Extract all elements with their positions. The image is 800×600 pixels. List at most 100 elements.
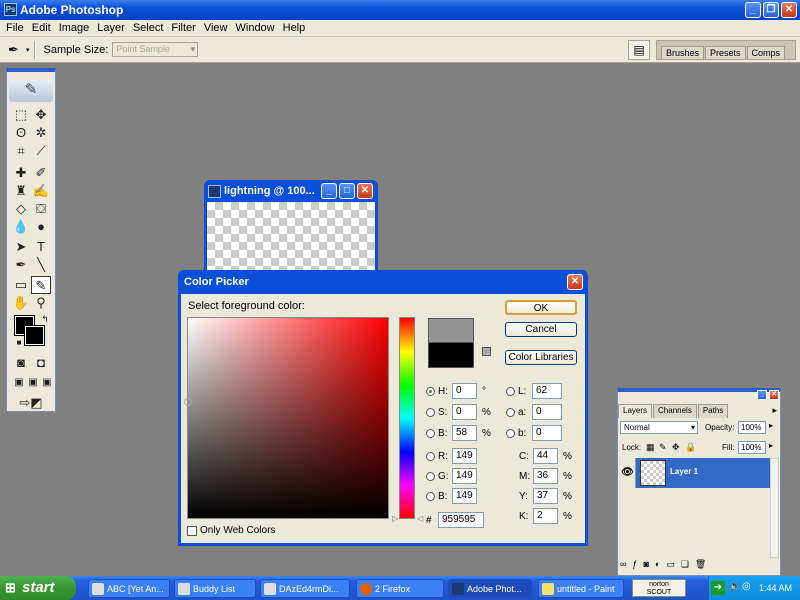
layer-mask-icon[interactable]: ◙: [643, 559, 648, 573]
red-input[interactable]: 149: [452, 448, 477, 464]
blue-input[interactable]: 149: [452, 488, 477, 504]
fill-input[interactable]: 100%: [738, 441, 766, 454]
document-canvas[interactable]: [207, 202, 375, 280]
screen-mode-full-icon[interactable]: ▣: [37, 374, 57, 392]
file-browser-button[interactable]: ▤: [628, 40, 650, 60]
opacity-input[interactable]: 100%: [738, 421, 766, 434]
new-group-icon[interactable]: ▭: [666, 559, 675, 573]
lightness-input[interactable]: 62: [532, 383, 562, 399]
layer-row[interactable]: 👁 Layer 1: [620, 458, 770, 488]
paint-bucket-tool-icon[interactable]: ⛋: [31, 200, 51, 218]
menu-edit[interactable]: Edit: [28, 22, 55, 34]
clone-stamp-tool-icon[interactable]: ♜: [11, 182, 31, 200]
ok-button[interactable]: OK: [505, 300, 577, 315]
color-field[interactable]: [184, 317, 389, 519]
lock-position-icon[interactable]: ✥: [672, 442, 680, 453]
yellow-input[interactable]: 37: [533, 488, 558, 504]
lock-all-icon[interactable]: 🔒: [685, 442, 696, 453]
hue-slider-left-arrow-icon[interactable]: ▷: [392, 514, 398, 523]
panel-menu-icon[interactable]: ▸: [772, 405, 777, 416]
adjustment-layer-icon[interactable]: ◐: [655, 559, 660, 573]
panel-minimize-button[interactable]: _: [757, 390, 767, 400]
network-tray-icon[interactable]: ◎: [742, 580, 751, 594]
healing-brush-tool-icon[interactable]: ✚: [11, 164, 31, 182]
cancel-button[interactable]: Cancel: [505, 322, 577, 337]
norton-scout[interactable]: norton SCOUT: [632, 579, 686, 597]
standard-mode-icon[interactable]: ◙: [11, 354, 31, 372]
menu-layer[interactable]: Layer: [93, 22, 129, 34]
move-tool-icon[interactable]: ✥: [31, 106, 51, 124]
start-button[interactable]: start: [0, 576, 76, 600]
blend-mode-select[interactable]: Normal: [620, 421, 698, 434]
line-tool-icon[interactable]: ╲: [31, 256, 51, 274]
slice-tool-icon[interactable]: ⟋: [31, 142, 51, 160]
magic-wand-tool-icon[interactable]: ✲: [31, 124, 51, 142]
color-libraries-button[interactable]: Color Libraries: [505, 350, 577, 365]
current-color-swatch[interactable]: [428, 342, 474, 368]
quick-mask-mode-icon[interactable]: ◘: [31, 354, 51, 372]
eyedropper-icon[interactable]: ✒: [8, 42, 24, 58]
brush-tool-icon[interactable]: ✐: [31, 164, 51, 182]
doc-maximize-button[interactable]: □: [339, 183, 355, 199]
minimize-button[interactable]: _: [745, 2, 761, 18]
visibility-eye-icon[interactable]: 👁: [620, 458, 636, 488]
well-tab-brushes[interactable]: Brushes: [661, 46, 705, 59]
task-buddy-list[interactable]: Buddy List: [174, 579, 256, 598]
lasso-tool-icon[interactable]: ʘ: [11, 124, 31, 142]
opacity-arrow-icon[interactable]: ▸: [769, 421, 773, 430]
path-selection-tool-icon[interactable]: ➤: [11, 238, 31, 256]
green-radio[interactable]: [426, 471, 435, 481]
task-photoshop[interactable]: Adobe Phot...: [448, 579, 532, 598]
hand-tool-icon[interactable]: ✋: [11, 294, 31, 312]
well-tab-comps[interactable]: Comps: [746, 46, 786, 59]
menu-filter[interactable]: Filter: [167, 22, 199, 34]
crop-tool-icon[interactable]: ⌗: [11, 142, 31, 160]
menu-window[interactable]: Window: [232, 22, 279, 34]
layer-style-icon[interactable]: ƒ: [632, 559, 637, 573]
blur-tool-icon[interactable]: 💧: [11, 218, 31, 236]
maximize-button[interactable]: ❐: [763, 2, 779, 18]
task-abc[interactable]: ABC [Yet An...: [88, 579, 170, 598]
notes-tool-icon[interactable]: ▭: [11, 276, 31, 294]
layers-scrollbar[interactable]: [770, 458, 779, 558]
tab-layers[interactable]: Layers: [618, 404, 653, 418]
fill-arrow-icon[interactable]: ▸: [769, 441, 773, 450]
close-button[interactable]: ✕: [781, 2, 797, 18]
doc-close-button[interactable]: ✕: [357, 183, 373, 199]
lightness-radio[interactable]: [506, 386, 515, 396]
red-radio[interactable]: [426, 451, 435, 461]
green-input[interactable]: 149: [452, 468, 477, 484]
speaker-tray-icon[interactable]: 🔈: [729, 580, 741, 594]
eraser-tool-icon[interactable]: ◇: [11, 200, 31, 218]
delete-layer-icon[interactable]: 🗑: [695, 559, 706, 573]
well-tab-presets[interactable]: Presets: [705, 46, 746, 59]
tool-preset-dropdown-icon[interactable]: ▾: [26, 46, 30, 54]
new-layer-icon[interactable]: ❏: [681, 559, 689, 573]
lock-image-icon[interactable]: ✎: [659, 442, 667, 453]
a-radio[interactable]: [506, 407, 515, 417]
marquee-tool-icon[interactable]: ⬚: [11, 106, 31, 124]
hue-slider[interactable]: ▷ ◁: [392, 317, 423, 523]
pen-tool-icon[interactable]: ✒: [11, 256, 31, 274]
hex-input[interactable]: 959595: [438, 512, 484, 528]
lock-transparent-icon[interactable]: ▦: [646, 442, 655, 453]
menu-image[interactable]: Image: [55, 22, 94, 34]
dodge-tool-icon[interactable]: ●: [31, 218, 51, 236]
history-brush-tool-icon[interactable]: ✍: [31, 182, 51, 200]
picker-close-button[interactable]: ✕: [567, 274, 583, 290]
menu-view[interactable]: View: [200, 22, 232, 34]
arrow-tray-icon[interactable]: ➔: [711, 581, 725, 595]
brightness-input[interactable]: 58: [452, 425, 477, 441]
web-safe-warning-icon[interactable]: [482, 347, 491, 356]
saturation-input[interactable]: 0: [452, 404, 477, 420]
brightness-radio[interactable]: [426, 428, 435, 438]
menu-help[interactable]: Help: [279, 22, 310, 34]
hue-input[interactable]: 0: [452, 383, 477, 399]
saturation-radio[interactable]: [426, 407, 435, 417]
eyedropper-tool-icon[interactable]: ✎: [31, 276, 51, 294]
layer-name[interactable]: Layer 1: [670, 467, 698, 476]
tab-paths[interactable]: Paths: [697, 404, 729, 418]
link-layers-icon[interactable]: ∞: [620, 559, 626, 573]
adobe-feather-icon[interactable]: ✎: [9, 80, 53, 102]
menu-select[interactable]: Select: [129, 22, 168, 34]
